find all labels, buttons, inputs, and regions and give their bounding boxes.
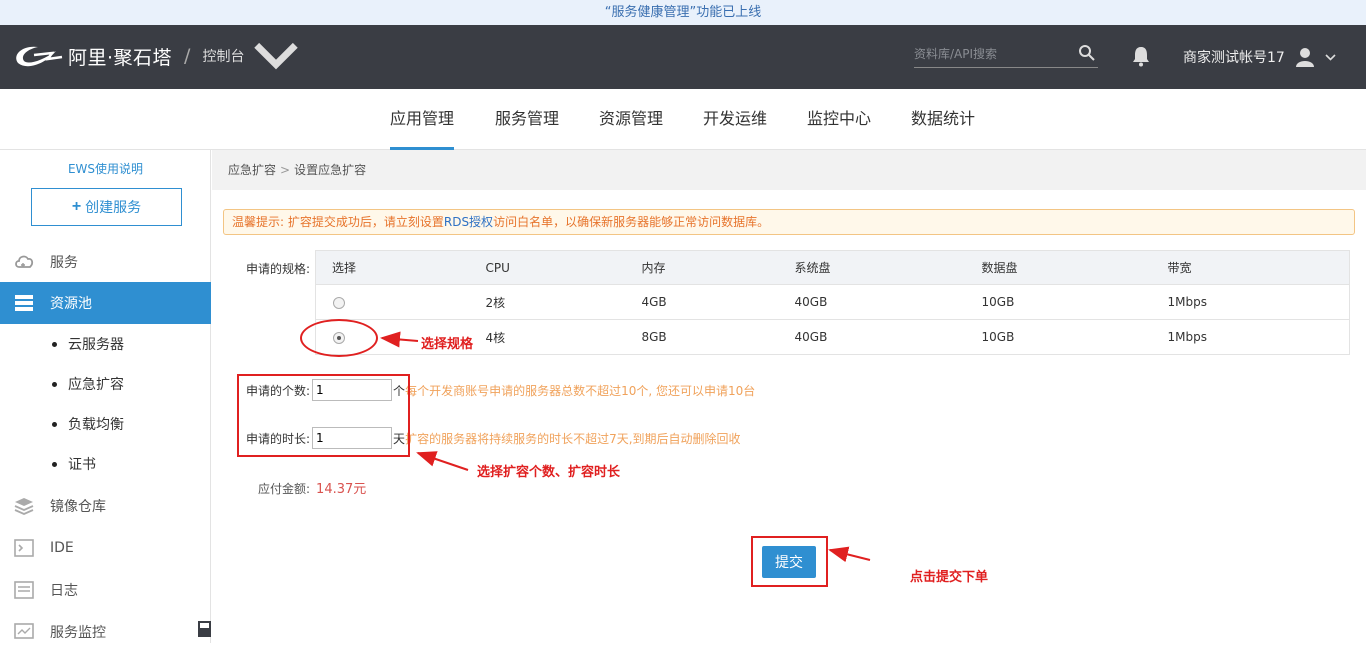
sidebar-subitem-cloud-server[interactable]: 云服务器	[0, 324, 211, 364]
cell-data-disk: 10GB	[981, 284, 1168, 320]
create-service-button[interactable]: + 创建服务	[31, 188, 182, 226]
annotation-fields-text: 选择扩容个数、扩容时长	[477, 465, 621, 480]
rds-auth-link[interactable]: RDS授权	[444, 215, 493, 229]
terminal-icon	[14, 539, 34, 557]
console-label: 控制台	[202, 49, 245, 65]
sidebar-item-services[interactable]: 服务	[0, 241, 211, 283]
bullet	[52, 461, 57, 467]
breadcrumb-separator: >	[280, 163, 291, 177]
sidebar-item-label: 镜像仓库	[50, 499, 106, 515]
col-header-system-disk: 系统盘	[794, 250, 982, 285]
monitor-icon	[14, 623, 34, 639]
sidebar-item-label: 服务监控	[50, 625, 106, 641]
create-service-label: 创建服务	[85, 199, 142, 215]
chevron-down-icon	[1325, 53, 1336, 61]
search-input[interactable]	[914, 42, 1074, 66]
sidebar-item-service-monitoring[interactable]: 服务监控	[0, 611, 211, 653]
header-separator: /	[184, 45, 191, 67]
sidebar-subitem-emergency-scaling[interactable]: 应急扩容	[0, 364, 211, 404]
plus-icon: +	[71, 198, 82, 215]
brand-name: 阿里·聚石塔	[68, 46, 173, 69]
tab-statistics[interactable]: 数据统计	[911, 89, 975, 150]
col-header-bandwidth: 带宽	[1167, 250, 1350, 285]
annotation-submit-box	[751, 536, 828, 587]
tab-service-management[interactable]: 服务管理	[495, 89, 559, 150]
spec-label: 申请的规格:	[246, 262, 311, 276]
log-icon	[14, 581, 34, 599]
cell-bandwidth: 1Mbps	[1167, 319, 1350, 355]
bullet	[52, 421, 57, 427]
bell-icon[interactable]	[1131, 45, 1151, 67]
bullet	[52, 341, 57, 347]
breadcrumb-current: 设置应急扩容	[294, 163, 367, 177]
cell-cpu: 4核	[485, 319, 642, 355]
payment-amount: 14.37元	[316, 482, 367, 497]
cell-system-disk: 40GB	[794, 284, 982, 320]
table-row[interactable]: 2核 4GB 40GB 10GB 1Mbps	[315, 284, 1350, 320]
sidebar-item-label: 资源池	[50, 296, 92, 312]
announcement-banner[interactable]: “服务健康管理”功能已上线	[0, 0, 1366, 25]
tip-text-before: 温馨提示: 扩容提交成功后，请立刻设置	[232, 215, 444, 229]
sidebar-item-resource-pool[interactable]: 资源池	[0, 282, 211, 324]
tab-resource-management[interactable]: 资源管理	[599, 89, 663, 150]
cloud-icon	[15, 255, 34, 268]
annotation-fields-box	[237, 374, 410, 457]
cell-memory: 4GB	[641, 284, 795, 320]
warning-tip: 温馨提示: 扩容提交成功后，请立刻设置RDS授权访问白名单，以确保新服务器能够正…	[223, 209, 1355, 235]
breadcrumb: 应急扩容 > 设置应急扩容	[212, 150, 1366, 190]
user-avatar-icon	[1295, 48, 1314, 67]
payment-label: 应付金额:	[258, 482, 311, 496]
alibaba-logo-icon	[16, 46, 63, 67]
table-header-row: 选择 CPU 内存 系统盘 数据盘 带宽	[315, 250, 1350, 285]
annotation-spec-ellipse	[300, 319, 378, 357]
annotation-submit-text: 点击提交下单	[910, 570, 989, 585]
sidebar-subitem-load-balancing[interactable]: 负载均衡	[0, 404, 211, 444]
sidebar-item-logs[interactable]: 日志	[0, 569, 211, 611]
tab-monitoring[interactable]: 监控中心	[807, 89, 871, 150]
search-box	[914, 42, 1098, 68]
sidebar-subitem-certificates[interactable]: 证书	[0, 444, 211, 484]
sidebar-item-label: 服务	[50, 255, 78, 271]
collapse-toggle-icon[interactable]	[198, 621, 211, 637]
account-name: 商家测试帐号17	[1183, 50, 1285, 66]
count-hint: 每个开发商账号申请的服务器总数不超过10个, 您还可以申请10台	[405, 383, 756, 398]
logo[interactable]: 阿里·聚石塔 / 控制台	[12, 41, 302, 71]
sidebar-subitem-label: 负载均衡	[68, 417, 124, 433]
duration-hint: 扩容的服务器将持续服务的时长不超过7天,到期后自动删除回收	[405, 431, 741, 446]
server-icon	[15, 295, 33, 311]
account-menu[interactable]: 商家测试帐号17	[1183, 47, 1336, 67]
sidebar-subitem-label: 证书	[68, 457, 96, 473]
chevron-down-icon	[254, 42, 299, 70]
top-header: 阿里·聚石塔 / 控制台 商家测试帐号17	[0, 25, 1366, 89]
breadcrumb-emergency-scaling[interactable]: 应急扩容	[228, 163, 276, 177]
spec-radio[interactable]	[333, 296, 345, 309]
col-header-memory: 内存	[641, 250, 795, 285]
console-dropdown[interactable]: 控制台	[202, 41, 302, 71]
cell-system-disk: 40GB	[794, 319, 982, 355]
col-header-select: 选择	[315, 250, 486, 285]
payment-row: 应付金额: 14.37元	[258, 478, 366, 497]
search-icon[interactable]	[1078, 44, 1096, 62]
ews-guide-link[interactable]: EWS使用说明	[0, 160, 211, 177]
cell-data-disk: 10GB	[981, 319, 1168, 355]
main-nav: 应用管理 服务管理 资源管理 开发运维 监控中心 数据统计	[0, 89, 1366, 150]
sidebar-subitem-label: 云服务器	[68, 337, 124, 353]
tab-app-management[interactable]: 应用管理	[390, 89, 455, 150]
sidebar-item-label: IDE	[50, 540, 74, 556]
sidebar-item-ide[interactable]: IDE	[0, 527, 211, 569]
sidebar: EWS使用说明 + 创建服务 服务 资源池 云服务器 应急扩容 负载均衡 证书 …	[0, 150, 211, 643]
sidebar-subitem-label: 应急扩容	[68, 377, 124, 393]
cell-cpu: 2核	[485, 284, 642, 320]
sidebar-item-label: 日志	[50, 583, 78, 599]
col-header-data-disk: 数据盘	[981, 250, 1168, 285]
bullet	[52, 381, 57, 387]
sidebar-item-image-repo[interactable]: 镜像仓库	[0, 485, 211, 527]
tip-text-after: 访问白名单，以确保新服务器能够正常访问数据库。	[493, 215, 770, 229]
cell-bandwidth: 1Mbps	[1167, 284, 1350, 320]
tab-devops[interactable]: 开发运维	[703, 89, 767, 150]
annotation-spec-text: 选择规格	[421, 337, 474, 352]
cell-memory: 8GB	[641, 319, 795, 355]
col-header-cpu: CPU	[485, 250, 642, 285]
layers-icon	[14, 498, 34, 515]
